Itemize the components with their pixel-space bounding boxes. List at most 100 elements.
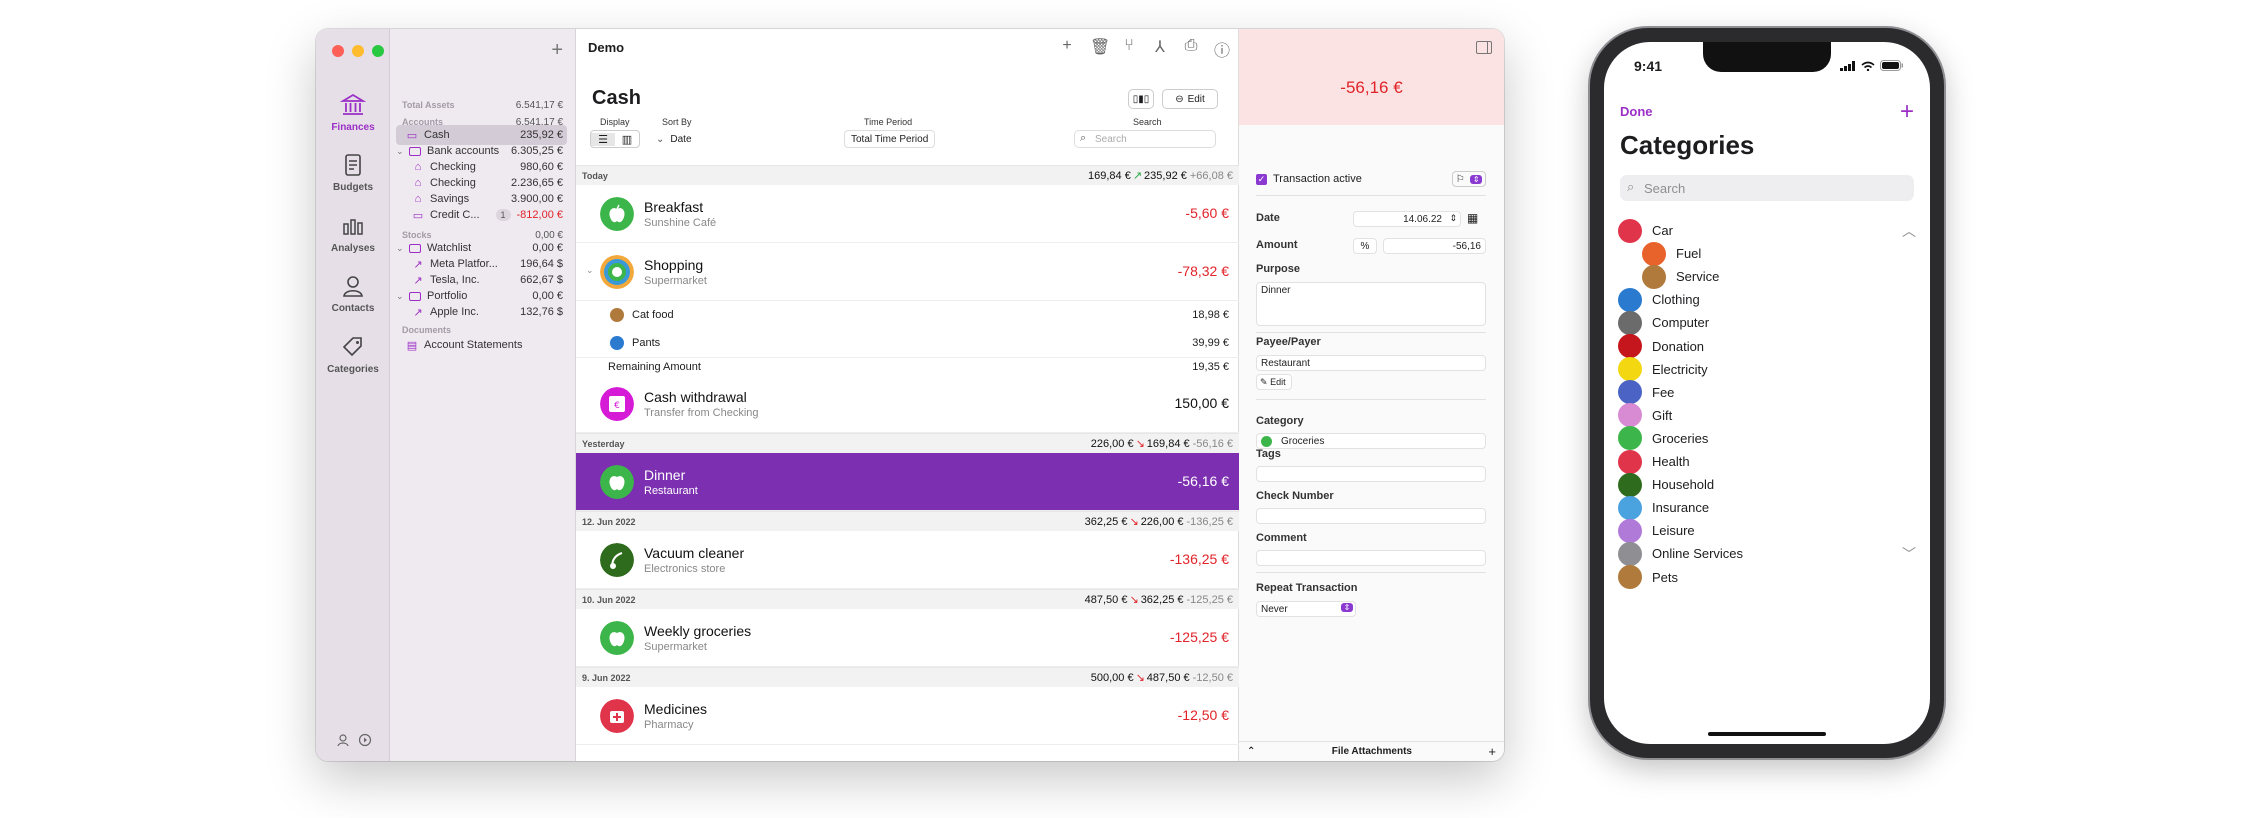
transaction-active-checkbox[interactable]: ✓ Transaction active bbox=[1256, 173, 1362, 185]
attachments-label: File Attachments bbox=[1331, 746, 1412, 757]
help-icon[interactable]: ⓘ bbox=[1214, 37, 1230, 61]
user-icon[interactable] bbox=[336, 733, 350, 747]
transaction-row-selected[interactable]: Dinner Restaurant -56,16 € bbox=[576, 453, 1239, 511]
flag-select[interactable]: ⚐ ⇕ bbox=[1452, 171, 1486, 187]
print-icon[interactable]: ⎙ bbox=[1183, 37, 1199, 61]
rail-label: Finances bbox=[331, 122, 375, 133]
category-name: Electricity bbox=[1652, 361, 1708, 377]
stepper-icon[interactable]: ⇕ bbox=[1449, 213, 1457, 224]
check-number-field[interactable] bbox=[1256, 508, 1486, 524]
category-name: Insurance bbox=[1652, 500, 1710, 516]
category-name: Car bbox=[1652, 223, 1673, 238]
account-group-balance: 6.305,25 € bbox=[511, 145, 563, 157]
rail-item-contacts[interactable]: Contacts bbox=[316, 272, 390, 314]
rail-item-categories[interactable]: Categories bbox=[316, 333, 390, 375]
apple-icon bbox=[600, 197, 634, 231]
add-account-button[interactable]: + bbox=[551, 39, 563, 62]
done-button[interactable]: Done bbox=[1620, 104, 1653, 119]
category-name: Fee bbox=[1652, 384, 1675, 400]
transaction-amount: -78,32 € bbox=[1177, 263, 1229, 279]
cash-icon: ▭ bbox=[406, 129, 418, 142]
sidebar-item-stock[interactable]: ↗ Apple Inc. 132,76 $ bbox=[412, 302, 567, 322]
time-period-select[interactable]: Total Time Period bbox=[844, 130, 936, 148]
zoom-window-button[interactable] bbox=[372, 45, 384, 57]
transaction-row[interactable]: Medicines Pharmacy -12,50 € bbox=[576, 687, 1239, 745]
display-mode-segmented[interactable]: ☰ ▥ bbox=[590, 130, 640, 148]
sidebar-toggle-icon[interactable] bbox=[1476, 41, 1492, 54]
chevron-down-icon[interactable]: ⌄ bbox=[586, 265, 594, 276]
signal-icon bbox=[1840, 60, 1855, 71]
vacuum-icon bbox=[600, 543, 634, 577]
battery-icon bbox=[1880, 60, 1903, 71]
wifi-icon bbox=[1861, 61, 1875, 71]
split-icon[interactable]: ⅄ bbox=[1152, 37, 1168, 61]
file-attachments-bar[interactable]: ⌃ File Attachments + bbox=[1239, 741, 1504, 761]
transaction-row[interactable]: Weekly groceries Supermarket -125,25 € bbox=[576, 609, 1239, 667]
trend-up-icon: ↗ bbox=[1132, 170, 1143, 182]
merge-icon[interactable]: ⑂ bbox=[1121, 37, 1137, 61]
balance-from: 500,00 € bbox=[1090, 672, 1134, 684]
calendar-icon[interactable]: ▦ bbox=[1467, 211, 1478, 225]
chevron-updown-icon: ⇕ bbox=[1470, 174, 1483, 184]
sidebar-item-credit-card[interactable]: ▭ Credit C... 1 -812,00 € bbox=[412, 205, 567, 225]
archive-icon: ▤ bbox=[406, 339, 418, 352]
payee-edit-button[interactable]: ✎ Edit bbox=[1256, 374, 1292, 390]
category-field[interactable]: Groceries bbox=[1256, 433, 1486, 449]
split-row[interactable]: Cat food 18,98 € bbox=[576, 301, 1239, 329]
transaction-title: Vacuum cleaner bbox=[644, 545, 745, 561]
transaction-row[interactable]: ⌄ Shopping Supermarket -78,32 € bbox=[576, 243, 1239, 301]
edit-label: Edit bbox=[1187, 93, 1205, 105]
account-name: Savings bbox=[430, 193, 470, 205]
transaction-payee: Sunshine Café bbox=[644, 217, 717, 229]
chevron-down-icon[interactable]: ⌄ bbox=[396, 291, 406, 302]
comment-field[interactable] bbox=[1256, 550, 1486, 566]
chevron-down-icon[interactable]: ⌄ bbox=[396, 146, 406, 157]
day-date: Yesterday bbox=[582, 438, 625, 449]
add-icon[interactable]: + bbox=[1059, 37, 1075, 61]
divider bbox=[1256, 572, 1486, 573]
account-balance: 980,60 € bbox=[520, 161, 563, 173]
repeat-select[interactable]: Never ⇕ bbox=[1256, 601, 1356, 617]
transaction-row[interactable]: € Cash withdrawal Transfer from Checking… bbox=[576, 375, 1239, 433]
column-view-icon[interactable]: ▥ bbox=[615, 133, 639, 146]
active-label: Transaction active bbox=[1273, 173, 1362, 185]
folder-icon bbox=[409, 146, 421, 156]
play-circle-icon[interactable] bbox=[358, 733, 372, 747]
trash-icon[interactable]: 🗑︎ bbox=[1090, 37, 1110, 61]
sort-by-select[interactable]: ⌄ Date bbox=[656, 130, 692, 148]
chevron-down-icon[interactable]: ⌄ bbox=[396, 243, 406, 254]
list-view-icon[interactable]: ☰ bbox=[591, 132, 615, 146]
purpose-field[interactable]: Dinner bbox=[1256, 282, 1486, 326]
chart-toggle-button[interactable]: ▯▮▯ bbox=[1128, 89, 1154, 109]
transaction-row[interactable]: Breakfast Sunshine Café -5,60 € bbox=[576, 185, 1239, 243]
minimize-window-button[interactable] bbox=[352, 45, 364, 57]
edit-account-button[interactable]: ⊖ Edit bbox=[1162, 89, 1218, 109]
percent-button[interactable]: % bbox=[1353, 238, 1377, 254]
day-header: 12. Jun 2022 362,25 € ↘ 226,00 € -136,25 € bbox=[576, 511, 1239, 531]
payee-field[interactable]: Restaurant bbox=[1256, 355, 1486, 371]
search-input[interactable]: ⌕ Search bbox=[1074, 130, 1216, 148]
rail-item-analyses[interactable]: Analyses bbox=[316, 212, 390, 254]
transaction-row[interactable]: Vacuum cleaner Electronics store -136,25… bbox=[576, 531, 1239, 589]
search-input[interactable]: ⌕ Search bbox=[1620, 175, 1914, 201]
tags-field[interactable] bbox=[1256, 466, 1486, 482]
rail-item-finances[interactable]: Finances bbox=[316, 91, 390, 133]
close-window-button[interactable] bbox=[332, 45, 344, 57]
transaction-payee: Supermarket bbox=[644, 275, 707, 287]
add-attachment-icon[interactable]: + bbox=[1488, 744, 1496, 759]
notch bbox=[1703, 42, 1831, 72]
chevron-up-icon[interactable]: ⌃ bbox=[1247, 746, 1255, 757]
transaction-title: Weekly groceries bbox=[644, 623, 752, 639]
sidebar-item-account-statements[interactable]: ▤ Account Statements bbox=[396, 335, 567, 355]
rail-item-budgets[interactable]: Budgets bbox=[316, 151, 390, 193]
sort-value: Date bbox=[670, 133, 692, 145]
trend-down-icon: ↘ bbox=[1135, 672, 1145, 684]
date-field[interactable]: 14.06.22 ⇕ bbox=[1353, 211, 1461, 227]
group-name: Portfolio bbox=[427, 290, 468, 302]
account-balance: 2.236,65 € bbox=[511, 177, 563, 189]
transaction-payee: Transfer from Checking bbox=[644, 407, 759, 419]
amount-field[interactable]: -56,16 bbox=[1383, 238, 1486, 254]
add-category-button[interactable]: + bbox=[1900, 98, 1914, 126]
split-row[interactable]: Pants 39,99 € bbox=[576, 329, 1239, 357]
category-row[interactable]: Pets bbox=[1618, 561, 1916, 594]
